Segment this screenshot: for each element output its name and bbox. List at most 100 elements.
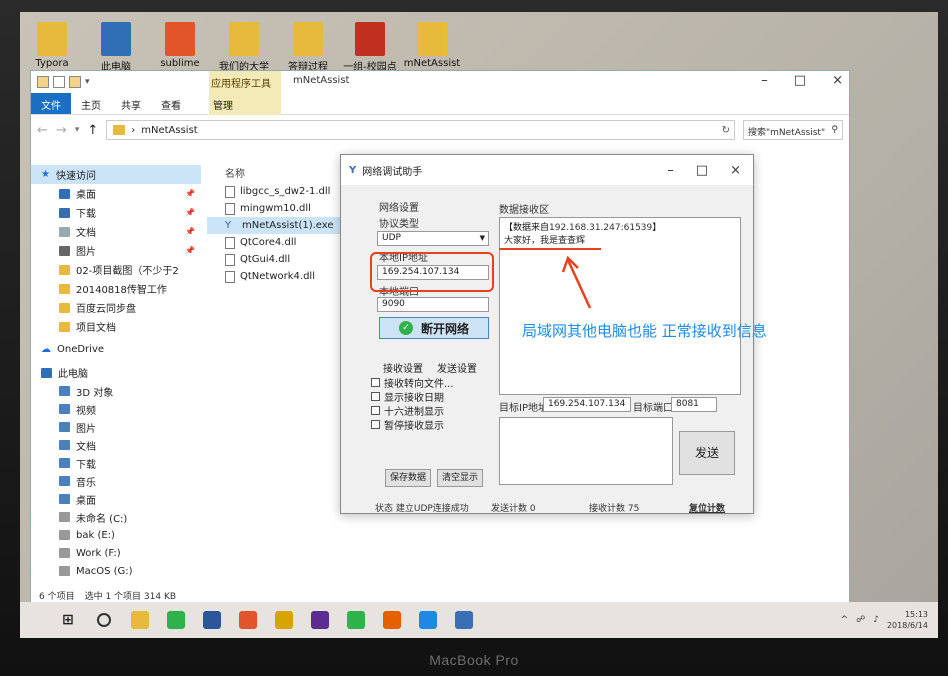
up-arrow-icon[interactable]: ↑ — [87, 123, 98, 138]
nav-pc-item[interactable]: MacOS (G:) — [31, 562, 201, 580]
nav-this-pc[interactable]: 此电脑 — [31, 363, 201, 382]
recent-dropdown-icon[interactable]: ▾ — [75, 125, 80, 135]
target-port-input[interactable]: 8081 — [671, 397, 717, 412]
forward-arrow-icon[interactable]: → — [56, 123, 67, 138]
new-folder-icon[interactable] — [69, 76, 81, 88]
nav-pc-item[interactable]: 音乐 — [31, 472, 201, 490]
close-button[interactable]: × — [832, 73, 843, 88]
taskbar-wechat-work-icon[interactable] — [158, 602, 194, 638]
file-row[interactable]: QtGui4.dll — [207, 251, 357, 268]
nav-pinned-item[interactable]: 文档 📌 — [31, 222, 201, 241]
tab-share[interactable]: 共享 — [111, 93, 151, 114]
reset-count-button[interactable]: 复位计数 — [689, 501, 725, 514]
protocol-select[interactable]: UDP ▼ — [377, 231, 489, 246]
nav-pinned-item[interactable]: 图片 📌 — [31, 241, 201, 260]
recv-option-checkbox[interactable]: 暂停接收显示 — [371, 417, 491, 432]
address-bar[interactable]: › mNetAssist ↻ — [106, 120, 735, 140]
desktop-icon[interactable]: 答辩过程 — [276, 22, 340, 73]
desktop-icon[interactable]: Typora — [20, 22, 84, 69]
desktop-icon[interactable]: 此电脑 — [84, 22, 148, 73]
disconnect-button[interactable]: ✓ 断开网络 — [379, 317, 489, 339]
pin-icon[interactable]: 📌 — [185, 189, 195, 198]
file-row[interactable]: QtCore4.dll — [207, 234, 357, 251]
desktop-icon[interactable]: mNetAssist — [400, 22, 464, 69]
folder-icon[interactable] — [37, 76, 49, 88]
nav-pinned-item[interactable]: 桌面 📌 — [31, 184, 201, 203]
taskbar-netassist-icon[interactable] — [446, 602, 482, 638]
nav-onedrive[interactable]: ☁ OneDrive — [31, 340, 201, 359]
save-data-button[interactable]: 保存数据 — [385, 469, 431, 487]
desktop-icon[interactable]: 我们的大学 — [212, 22, 276, 73]
recv-option-checkbox[interactable]: 显示接收日期 — [371, 389, 491, 404]
taskbar-word-icon[interactable] — [194, 602, 230, 638]
send-textarea[interactable] — [499, 417, 673, 485]
clear-display-button[interactable]: 清空显示 — [437, 469, 483, 487]
nav-pc-item[interactable]: bak (E:) — [31, 526, 201, 544]
nav-pc-item[interactable]: 图片 — [31, 418, 201, 436]
taskbar-sublime-icon[interactable] — [230, 602, 266, 638]
network-icon[interactable]: ☍ — [856, 615, 865, 625]
minimize-button[interactable]: – — [761, 73, 768, 88]
taskbar-explorer-icon[interactable] — [122, 602, 158, 638]
dropdown-icon[interactable]: ▾ — [85, 77, 90, 87]
checkbox[interactable] — [371, 419, 380, 429]
nav-pc-item[interactable]: 桌面 — [31, 490, 201, 508]
recv-textarea[interactable]: 【数据来自192.168.31.247:61539】 大家好，我是查查辉 — [499, 217, 741, 395]
close-button[interactable]: × — [730, 163, 741, 178]
properties-icon[interactable] — [53, 76, 65, 88]
nav-pc-item[interactable]: 下载 — [31, 454, 201, 472]
clock[interactable]: 15:13 2018/6/14 — [887, 609, 928, 631]
back-arrow-icon[interactable]: ← — [37, 123, 48, 138]
nav-pc-item[interactable]: Work (F:) — [31, 544, 201, 562]
taskbar-app-icon[interactable] — [410, 602, 446, 638]
search-input[interactable]: 搜索"mNetAssist" ⚲ — [743, 120, 843, 140]
nav-folder-item[interactable]: 项目文档 — [31, 317, 201, 336]
minimize-button[interactable]: – — [667, 163, 674, 178]
nav-pc-item[interactable]: 未命名 (C:) — [31, 508, 201, 526]
volume-icon[interactable]: ♪ — [873, 615, 879, 625]
nav-pc-item[interactable]: 3D 对象 — [31, 382, 201, 400]
nav-pinned-item[interactable]: 下载 📌 — [31, 203, 201, 222]
checkbox[interactable] — [371, 377, 380, 387]
nav-pc-item[interactable]: 文档 — [31, 436, 201, 454]
tab-view[interactable]: 查看 — [151, 93, 191, 114]
taskbar-vs-icon[interactable] — [302, 602, 338, 638]
pin-icon[interactable]: 📌 — [185, 208, 195, 217]
column-header-name[interactable]: 名称 — [207, 165, 357, 183]
taskbar-chrome-icon[interactable] — [266, 602, 302, 638]
chevron-up-icon[interactable]: ^ — [841, 615, 849, 625]
tab-home[interactable]: 主页 — [71, 93, 111, 114]
vs-icon — [311, 611, 329, 629]
tab-manage[interactable]: 管理 — [203, 93, 243, 114]
send-button[interactable]: 发送 — [679, 431, 735, 475]
file-row[interactable]: libgcc_s_dw2-1.dll — [207, 183, 357, 200]
recv-option-checkbox[interactable]: 十六进制显示 — [371, 403, 491, 418]
checkbox[interactable] — [371, 391, 380, 401]
nav-folder-item[interactable]: 百度云同步盘 — [31, 298, 201, 317]
refresh-icon[interactable]: ↻ — [722, 125, 734, 136]
maximize-button[interactable]: □ — [696, 163, 708, 178]
checkbox[interactable] — [371, 405, 380, 415]
nav-folder-item[interactable]: 02-项目截图（不少于2 — [31, 260, 201, 279]
taskbar-wechat-icon[interactable] — [338, 602, 374, 638]
pin-icon[interactable]: 📌 — [185, 246, 195, 255]
file-row[interactable]: YmNetAssist(1).exe — [207, 217, 357, 234]
file-row[interactable]: QtNetwork4.dll — [207, 268, 357, 285]
tab-file[interactable]: 文件 — [31, 93, 71, 114]
maximize-button[interactable]: □ — [794, 73, 806, 88]
taskbar-cortana-icon[interactable] — [86, 602, 122, 638]
taskbar-start-icon[interactable]: ⊞ — [50, 602, 86, 638]
pin-icon[interactable]: 📌 — [185, 227, 195, 236]
tab-recv-settings[interactable]: 接收设置 — [383, 360, 423, 375]
nav-quick-access[interactable]: ★ 快速访问 — [31, 165, 201, 184]
recv-option-checkbox[interactable]: 接收转向文件... — [371, 375, 491, 390]
nav-pc-item[interactable]: 视频 — [31, 400, 201, 418]
desktop-icon[interactable]: 一组-校园点 — [338, 22, 402, 73]
local-port-input[interactable]: 9090 — [377, 297, 489, 312]
taskbar-firefox-icon[interactable] — [374, 602, 410, 638]
target-ip-input[interactable]: 169.254.107.134 — [543, 397, 631, 412]
file-row[interactable]: mingwm10.dll — [207, 200, 357, 217]
tab-send-settings[interactable]: 发送设置 — [437, 360, 477, 375]
desktop-icon[interactable]: sublime — [148, 22, 212, 69]
nav-folder-item[interactable]: 20140818传智工作 — [31, 279, 201, 298]
